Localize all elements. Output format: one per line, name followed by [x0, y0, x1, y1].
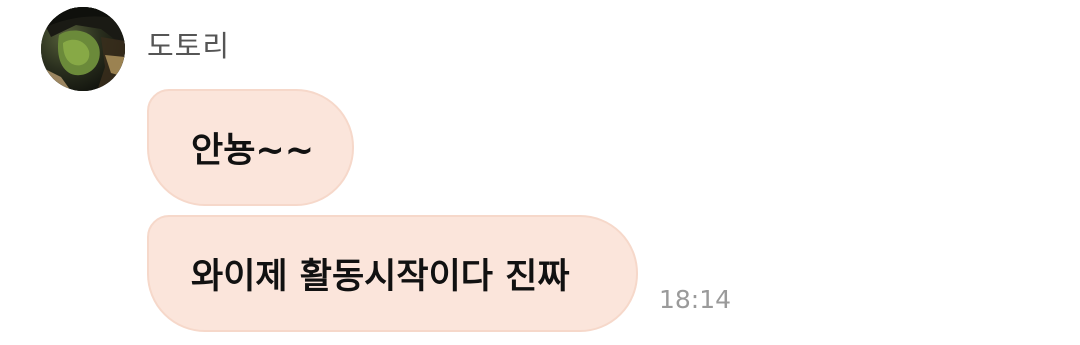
avatar[interactable]	[41, 7, 125, 91]
chat-message-group: 도토리 안뇽~~ 와이제 활동시작이다 진짜 18:14	[0, 0, 1080, 345]
profile-photo-icon	[41, 7, 125, 91]
message-bubble[interactable]: 와이제 활동시작이다 진짜	[147, 215, 638, 332]
message-timestamp: 18:14	[659, 285, 732, 314]
message-bubble[interactable]: 안뇽~~	[147, 89, 354, 206]
message-text: 안뇽~~	[191, 131, 315, 171]
message-text: 와이제 활동시작이다 진짜	[191, 257, 570, 297]
sender-name: 도토리	[147, 29, 231, 63]
